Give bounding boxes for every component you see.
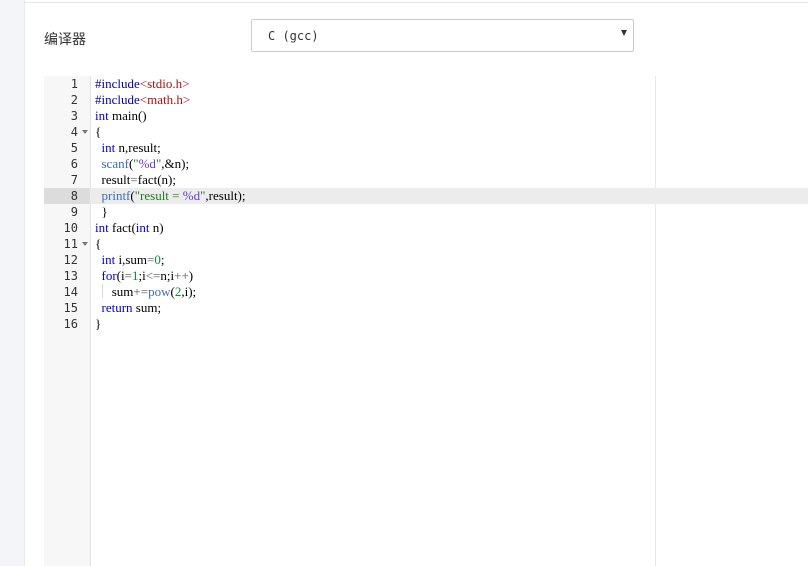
code-text: {: [95, 236, 102, 251]
code-text: scanf("%d",&n);: [101, 156, 190, 171]
line-number: 11: [63, 237, 78, 251]
code-line[interactable]: 11 {: [44, 236, 808, 252]
code-text: }: [95, 316, 102, 331]
fold-arrow-icon[interactable]: [82, 242, 88, 246]
code-line[interactable]: 16 }: [44, 316, 808, 332]
code-line[interactable]: 15 return sum;: [44, 300, 808, 316]
compiler-select[interactable]: C (gcc): [251, 19, 634, 52]
code-line[interactable]: 7 result=fact(n);: [44, 172, 808, 188]
line-number: 4: [70, 125, 78, 139]
code-text: int n,result;: [101, 140, 161, 155]
line-number: 9: [70, 205, 78, 219]
line-number: 1: [70, 77, 78, 91]
code-text: sum+=pow(2,i);: [95, 284, 196, 300]
code-text: printf("result = %d",result);: [101, 188, 246, 203]
line-number: 3: [70, 109, 78, 123]
line-number: 12: [63, 253, 78, 267]
code-text: int main(): [95, 108, 147, 123]
code-line[interactable]: 12 int i,sum=0;: [44, 252, 808, 268]
code-text: return sum;: [101, 300, 162, 315]
compiler-select-value: C (gcc): [268, 29, 319, 43]
code-line[interactable]: 6 scanf("%d",&n);: [44, 156, 808, 172]
line-number: 5: [70, 141, 78, 155]
dropdown-arrow-icon: [621, 30, 627, 36]
code-text: for(i=1;i<=n;i++): [101, 268, 194, 283]
code-text: #include<stdio.h>: [95, 76, 190, 91]
code-line[interactable]: 9 }: [44, 204, 808, 220]
compiler-label: 编译器: [44, 31, 86, 47]
line-number: 6: [70, 157, 78, 171]
code-line[interactable]: 13 for(i=1;i<=n;i++): [44, 268, 808, 284]
left-panel-edge: [0, 0, 25, 566]
code-text: }: [95, 204, 108, 219]
code-line[interactable]: 10 int fact(int n): [44, 220, 808, 236]
code-line[interactable]: 14 sum+=pow(2,i);: [44, 284, 808, 300]
line-number: 14: [63, 285, 78, 299]
line-number: 2: [70, 93, 78, 107]
code-text: #include<math.h>: [95, 92, 191, 107]
code-line[interactable]: 5 int n,result;: [44, 140, 808, 156]
code-line[interactable]: 1 #include<stdio.h>: [44, 76, 808, 92]
code-line[interactable]: 4 {: [44, 124, 808, 140]
line-number: 13: [63, 269, 78, 283]
top-divider: [24, 2, 808, 3]
line-number: 10: [63, 221, 78, 235]
line-number: 15: [63, 301, 78, 315]
line-number: 16: [63, 317, 78, 331]
code-line[interactable]: 8 printf("result = %d",result);: [44, 188, 808, 204]
indent-guide: [101, 284, 103, 298]
line-number: 7: [70, 173, 78, 187]
code-line[interactable]: 2 #include<math.h>: [44, 92, 808, 108]
code-text: result=fact(n);: [95, 172, 177, 187]
code-line[interactable]: 3 int main(): [44, 108, 808, 124]
code-text: int i,sum=0;: [101, 252, 165, 267]
fold-arrow-icon[interactable]: [82, 130, 88, 134]
code-text: {: [95, 124, 102, 139]
line-number: 8: [70, 189, 78, 203]
code-text: int fact(int n): [95, 220, 164, 235]
code-editor[interactable]: 1 #include<stdio.h> 2 #include<math.h> 3…: [44, 76, 808, 566]
